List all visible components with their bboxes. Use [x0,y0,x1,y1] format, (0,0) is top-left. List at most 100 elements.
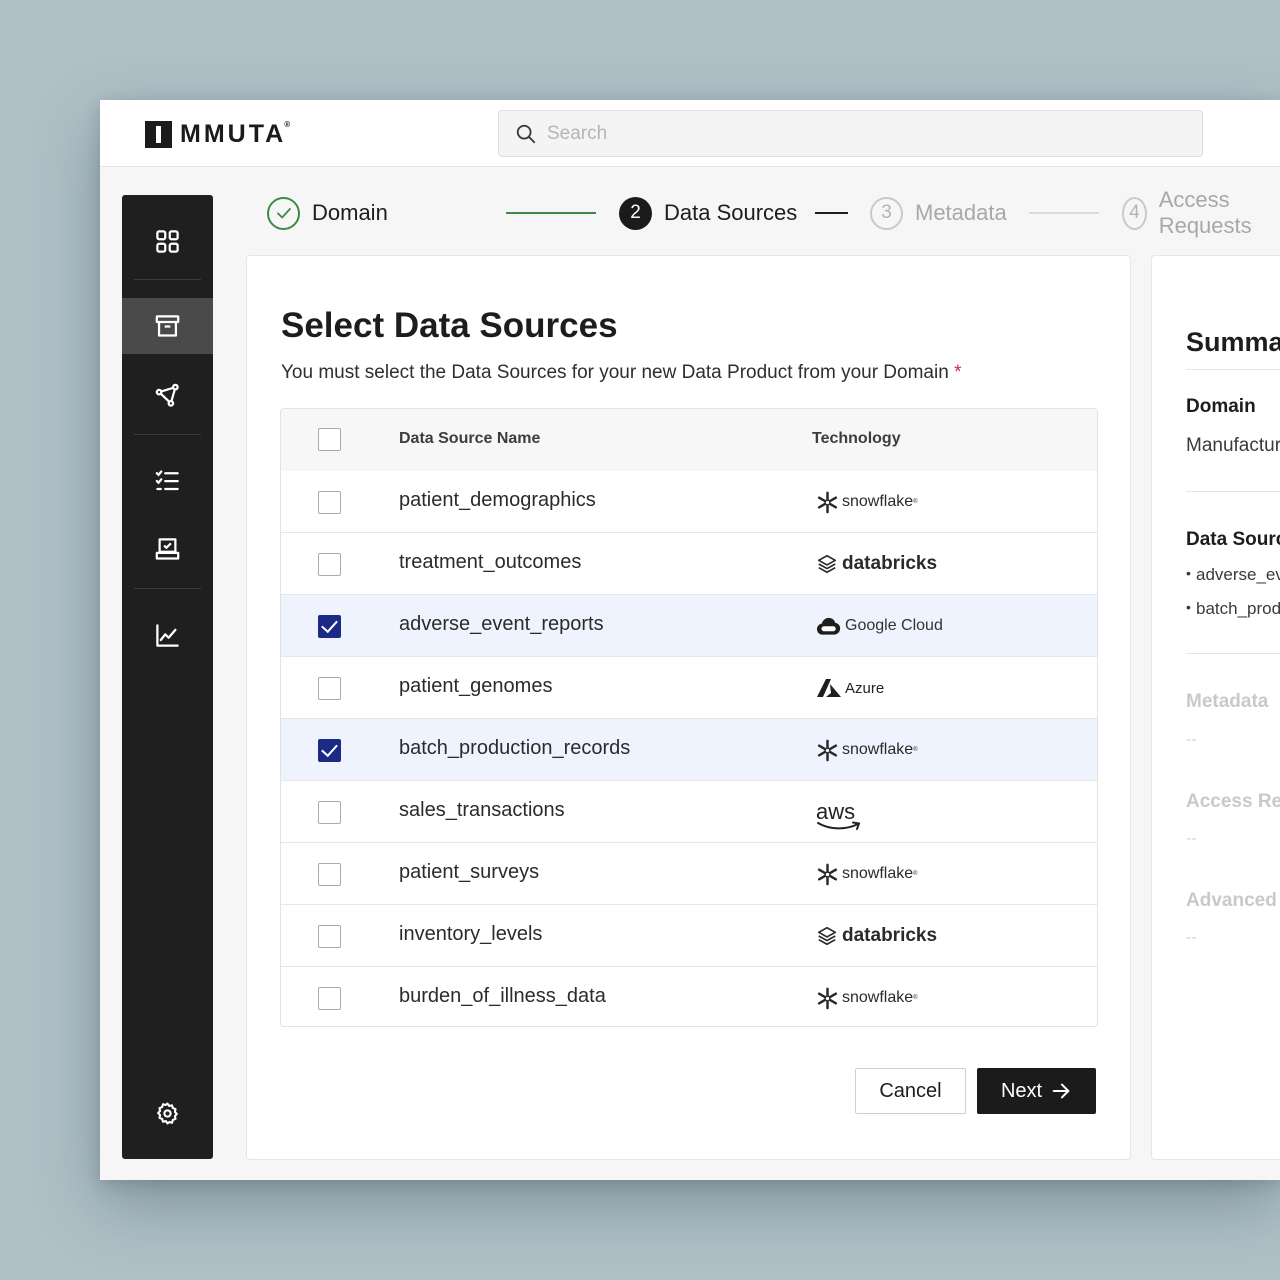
sidebar-item-analytics[interactable] [122,607,213,663]
data-source-name: inventory_levels [399,923,543,945]
table-row[interactable]: inventory_levels databricks [281,905,1097,967]
panel-description: You must select the Data Sources for you… [281,362,962,383]
step-number: 3 [870,196,903,230]
sidebar-divider [134,588,201,589]
row-checkbox[interactable] [318,987,341,1010]
gear-icon [157,1102,178,1124]
step-access-requests[interactable]: 4 Access Requests [1122,187,1280,238]
databricks-logo: databricks [816,925,937,947]
row-checkbox[interactable] [318,925,341,948]
step-connector [1029,212,1099,214]
step-number: 2 [619,196,652,230]
data-source-name: treatment_outcomes [399,551,582,573]
technology-cell: aws [816,795,861,830]
search-input[interactable] [547,122,1147,145]
technology-cell: snowflake ® [816,733,918,767]
top-bar: MMUTA® [100,100,1280,167]
step-metadata[interactable]: 3 Metadata [870,196,1007,230]
row-checkbox[interactable] [318,553,341,576]
next-button[interactable]: Next [977,1068,1096,1114]
technology-cell: Google Cloud [816,609,943,643]
data-source-name: adverse_event_reports [399,613,604,635]
technology-cell: databricks [816,919,937,953]
row-checkbox[interactable] [318,863,341,886]
grid-icon [156,229,179,253]
google-cloud-logo: Google Cloud [816,616,943,636]
table-row[interactable]: patient_surveys snowflake ® [281,843,1097,905]
sidebar-divider [134,279,201,280]
select-data-sources-panel: Select Data Sources You must select the … [246,255,1131,1160]
technology-cell: snowflake ® [816,857,918,891]
row-checkbox[interactable] [318,491,341,514]
cancel-button[interactable]: Cancel [855,1068,966,1114]
sidebar-item-tasks[interactable] [122,452,213,508]
table-row[interactable]: adverse_event_reports Google Cloud [281,595,1097,657]
azure-icon [817,679,841,697]
sidebar-item-overview[interactable] [122,213,213,269]
row-checkbox[interactable] [318,739,341,762]
table-row[interactable]: treatment_outcomes databricks [281,533,1097,595]
app-window: MMUTA® Search Domain 2 Data Sources 3 Me… [100,100,1280,1180]
step-label: Data Sources [664,200,798,225]
aws-logo: aws [816,801,861,830]
sidebar-item-data-products[interactable] [122,298,213,354]
search-icon [516,124,536,143]
aws-smile-icon [817,821,861,830]
sidebar-divider [134,434,201,435]
table-row[interactable]: sales_transactions aws [281,781,1097,843]
summary-divider [1186,491,1280,492]
snowflake-icon [817,491,838,513]
summary-domain-value: Manufacturing [1186,435,1280,456]
row-checkbox[interactable] [318,801,341,824]
summary-metadata-value: -- [1186,731,1197,748]
summary-advanced-value: -- [1186,929,1197,946]
databricks-logo: databricks [816,553,937,575]
page-title: Select Data Sources [281,306,618,345]
step-connector [506,212,596,214]
step-number: 4 [1122,196,1147,230]
summary-metadata-heading: Metadata [1186,691,1269,712]
column-header-name: Data Source Name [399,430,541,447]
step-domain[interactable]: Domain [267,196,388,230]
summary-divider [1186,653,1280,654]
summary-data-sources-heading: Data Sources [1186,529,1280,550]
step-connector [815,212,848,214]
data-source-name: patient_surveys [399,861,540,883]
row-checkbox[interactable] [318,615,341,638]
technology-cell: snowflake ® [816,485,918,519]
data-source-name: patient_demographics [399,489,596,511]
sidebar-item-settings[interactable] [122,1085,213,1141]
progress-stepper: Domain 2 Data Sources 3 Metadata 4 Acces… [267,187,1280,238]
data-sources-table: Data Source Name Technology patient_demo… [280,408,1098,1027]
snowflake-logo: snowflake ® [816,739,918,762]
summary-divider [1186,369,1280,370]
sidebar-item-requests[interactable] [122,521,213,577]
summary-advanced-heading: Advanced [1186,890,1277,911]
snowflake-logo: snowflake ® [816,491,918,514]
summary-data-source-item: adverse_event_reports [1186,565,1280,585]
row-checkbox[interactable] [318,677,341,700]
summary-access-heading: Access Requests [1186,791,1280,812]
snowflake-logo: snowflake ® [816,987,918,1010]
next-button-label: Next [1000,1079,1043,1102]
sidebar-item-lineage[interactable] [122,367,213,423]
step-label: Domain [312,200,388,225]
table-row[interactable]: burden_of_illness_data snowflake ® [281,967,1097,1026]
select-all-checkbox[interactable] [318,428,341,451]
chart-line-icon [156,623,179,647]
column-header-technology: Technology [812,430,901,447]
summary-panel: Summary Domain Manufacturing Data Source… [1151,255,1280,1160]
table-row[interactable]: patient_demographics snowflake ® [281,471,1097,533]
step-data-sources[interactable]: 2 Data Sources [619,196,797,230]
logo-mark-icon [145,120,172,148]
step-label: Access Requests [1158,187,1252,238]
step-label: Metadata [915,200,1007,225]
search-bar[interactable] [498,110,1203,157]
technology-cell: Azure [816,671,884,705]
table-row[interactable]: batch_production_records snowflake ® [281,719,1097,781]
databricks-icon [817,926,837,946]
immuta-logo[interactable]: MMUTA® [145,120,290,148]
data-source-name: sales_transactions [399,799,565,821]
table-row[interactable]: patient_genomes Azure [281,657,1097,719]
summary-title: Summary [1186,327,1280,357]
